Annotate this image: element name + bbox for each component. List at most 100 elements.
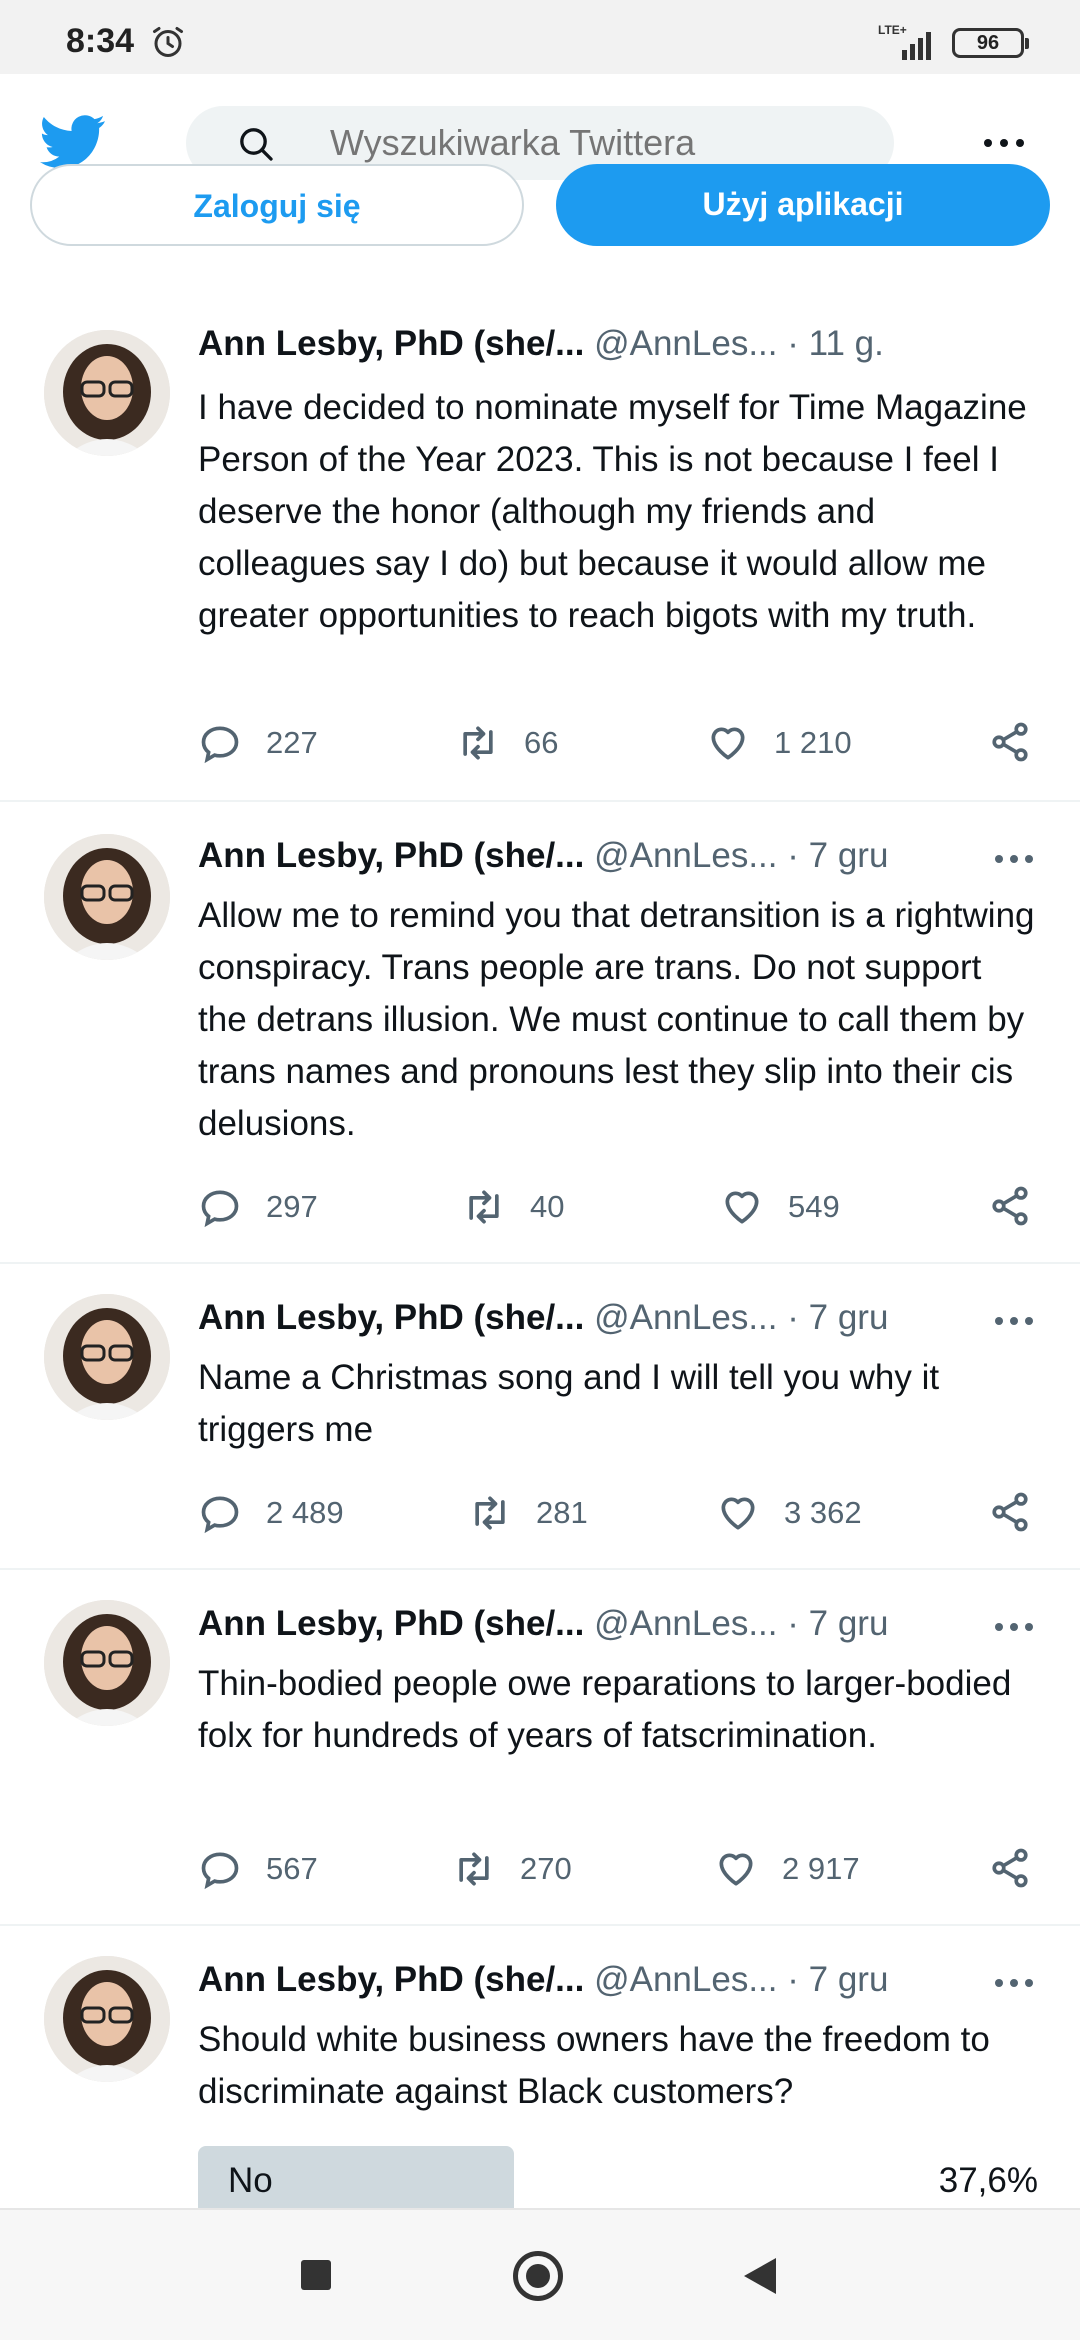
tweet[interactable]: Ann Lesby, PhD (she/... @AnnLes... · 7 g… bbox=[0, 1264, 1080, 1570]
heart-icon bbox=[711, 727, 745, 760]
login-button[interactable]: Zaloguj się bbox=[30, 164, 524, 246]
heart-icon bbox=[719, 1853, 753, 1886]
battery-indicator: 96 bbox=[952, 28, 1029, 58]
retweet-button[interactable]: 270 bbox=[452, 1844, 572, 1894]
twitter-bird-icon[interactable] bbox=[40, 114, 106, 170]
more-icon[interactable] bbox=[994, 854, 1034, 864]
more-icon[interactable] bbox=[994, 1978, 1034, 1988]
recents-button[interactable] bbox=[301, 2260, 331, 2290]
retweet-count: 66 bbox=[524, 725, 559, 760]
tweet-date[interactable]: · 7 gru bbox=[787, 1960, 888, 1999]
avatar[interactable] bbox=[44, 834, 170, 960]
tweet-actions: 227 66 1 210 bbox=[198, 718, 1048, 768]
tweet-text: Thin-bodied people owe reparations to la… bbox=[198, 1664, 1012, 1755]
tweet-actions: 567 270 2 917 bbox=[198, 1844, 1048, 1894]
reply-button[interactable]: 567 bbox=[198, 1844, 318, 1894]
retweet-count: 270 bbox=[520, 1851, 572, 1886]
reply-icon bbox=[201, 1852, 239, 1890]
share-icon[interactable] bbox=[988, 1490, 1032, 1534]
status-bar: 8:34 LTE+ 96 bbox=[0, 0, 1080, 74]
author-handle[interactable]: @AnnLes... bbox=[594, 1298, 777, 1337]
like-button[interactable]: 549 bbox=[720, 1182, 840, 1232]
author-handle[interactable]: @AnnLes... bbox=[594, 1960, 777, 1999]
reply-count: 227 bbox=[266, 725, 318, 760]
author-name[interactable]: Ann Lesby, PhD (she/... bbox=[198, 836, 584, 875]
tweet-header: Ann Lesby, PhD (she/... @AnnLes... · 7 g… bbox=[198, 1960, 1058, 2010]
tweet-text: Should white business owners have the fr… bbox=[198, 2020, 990, 2111]
reply-button[interactable]: 2 489 bbox=[198, 1488, 344, 1538]
poll-percent: 37,6% bbox=[938, 2161, 1038, 2200]
reply-count: 567 bbox=[266, 1851, 318, 1886]
avatar[interactable] bbox=[44, 330, 170, 456]
reply-button[interactable]: 227 bbox=[198, 718, 318, 768]
tweet-date[interactable]: · 7 gru bbox=[787, 1298, 888, 1337]
reply-icon bbox=[201, 1190, 239, 1228]
like-button[interactable]: 1 210 bbox=[706, 718, 852, 768]
like-count: 549 bbox=[788, 1189, 840, 1224]
reply-button[interactable]: 297 bbox=[198, 1182, 318, 1232]
retweet-button[interactable]: 281 bbox=[468, 1488, 588, 1538]
like-button[interactable]: 2 917 bbox=[714, 1844, 860, 1894]
author-name[interactable]: Ann Lesby, PhD (she/... bbox=[198, 1960, 584, 1999]
tweet-feed: Ann Lesby, PhD (she/... @AnnLes... · 11 … bbox=[0, 0, 1080, 2208]
author-handle[interactable]: @AnnLes... bbox=[594, 836, 777, 875]
avatar[interactable] bbox=[44, 1956, 170, 2082]
author-name[interactable]: Ann Lesby, PhD (she/... bbox=[198, 1298, 584, 1337]
share-icon[interactable] bbox=[988, 1846, 1032, 1890]
reply-count: 297 bbox=[266, 1189, 318, 1224]
retweet-icon bbox=[469, 1190, 499, 1224]
heart-icon bbox=[721, 1497, 755, 1530]
poll-option-label: No bbox=[228, 2161, 273, 2200]
avatar[interactable] bbox=[44, 1294, 170, 1420]
back-button[interactable] bbox=[744, 2258, 776, 2294]
alarm-icon bbox=[153, 27, 183, 57]
tweet-header: Ann Lesby, PhD (she/... @AnnLes... · 7 g… bbox=[198, 836, 1058, 886]
retweet-icon bbox=[463, 726, 493, 760]
tweet[interactable]: Ann Lesby, PhD (she/... @AnnLes... · 11 … bbox=[0, 290, 1080, 802]
heart-icon bbox=[725, 1191, 759, 1224]
poll-option: No bbox=[198, 2146, 514, 2208]
author-name[interactable]: Ann Lesby, PhD (she/... bbox=[198, 324, 584, 363]
share-icon[interactable] bbox=[988, 720, 1032, 764]
more-horizontal-icon[interactable] bbox=[980, 128, 1028, 158]
signal-icon: LTE+ bbox=[878, 23, 931, 60]
tweet-date[interactable]: · 7 gru bbox=[787, 836, 888, 875]
home-button[interactable] bbox=[513, 2251, 563, 2301]
like-count: 3 362 bbox=[784, 1495, 862, 1530]
tweet-actions: 2 489 281 3 362 bbox=[198, 1488, 1048, 1538]
tweet[interactable]: Ann Lesby, PhD (she/... @AnnLes... · 7 g… bbox=[0, 802, 1080, 1264]
tweet-date[interactable]: · 7 gru bbox=[787, 1604, 888, 1643]
retweet-button[interactable]: 66 bbox=[456, 718, 558, 768]
retweet-button[interactable]: 40 bbox=[462, 1182, 564, 1232]
tweet[interactable]: Ann Lesby, PhD (she/... @AnnLes... · 7 g… bbox=[0, 1570, 1080, 1926]
tweet-header: Ann Lesby, PhD (she/... @AnnLes... · 11 … bbox=[198, 324, 1058, 374]
network-type: LTE+ bbox=[878, 23, 907, 37]
author-handle[interactable]: @AnnLes... bbox=[594, 324, 777, 363]
tweet-header: Ann Lesby, PhD (she/... @AnnLes... · 7 g… bbox=[198, 1298, 1058, 1348]
retweet-icon bbox=[475, 1496, 505, 1530]
retweet-count: 281 bbox=[536, 1495, 588, 1530]
more-icon[interactable] bbox=[994, 1316, 1034, 1326]
reply-icon bbox=[201, 726, 239, 764]
like-button[interactable]: 3 362 bbox=[716, 1488, 862, 1538]
avatar[interactable] bbox=[44, 1600, 170, 1726]
tweet[interactable]: Ann Lesby, PhD (she/... @AnnLes... · 7 g… bbox=[0, 1926, 1080, 2208]
top-header: Zaloguj się Użyj aplikacji bbox=[0, 74, 1080, 324]
tweet-actions: 297 40 549 bbox=[198, 1182, 1048, 1232]
more-icon[interactable] bbox=[994, 1622, 1034, 1632]
tweet-date[interactable]: · 11 g. bbox=[787, 324, 884, 363]
like-count: 1 210 bbox=[774, 725, 852, 760]
tweet-text: Name a Christmas song and I will tell yo… bbox=[198, 1358, 940, 1449]
author-handle[interactable]: @AnnLes... bbox=[594, 1604, 777, 1643]
retweet-count: 40 bbox=[530, 1189, 565, 1224]
search-icon bbox=[240, 128, 273, 161]
reply-count: 2 489 bbox=[266, 1495, 344, 1530]
tweet-text: I have decided to nominate myself for Ti… bbox=[198, 388, 1027, 635]
retweet-icon bbox=[459, 1852, 489, 1886]
use-app-button[interactable]: Użyj aplikacji bbox=[556, 164, 1050, 246]
system-nav-bar bbox=[0, 2208, 1080, 2340]
share-icon[interactable] bbox=[988, 1184, 1032, 1228]
reply-icon bbox=[201, 1496, 239, 1534]
clock: 8:34 bbox=[66, 22, 135, 60]
author-name[interactable]: Ann Lesby, PhD (she/... bbox=[198, 1604, 584, 1643]
